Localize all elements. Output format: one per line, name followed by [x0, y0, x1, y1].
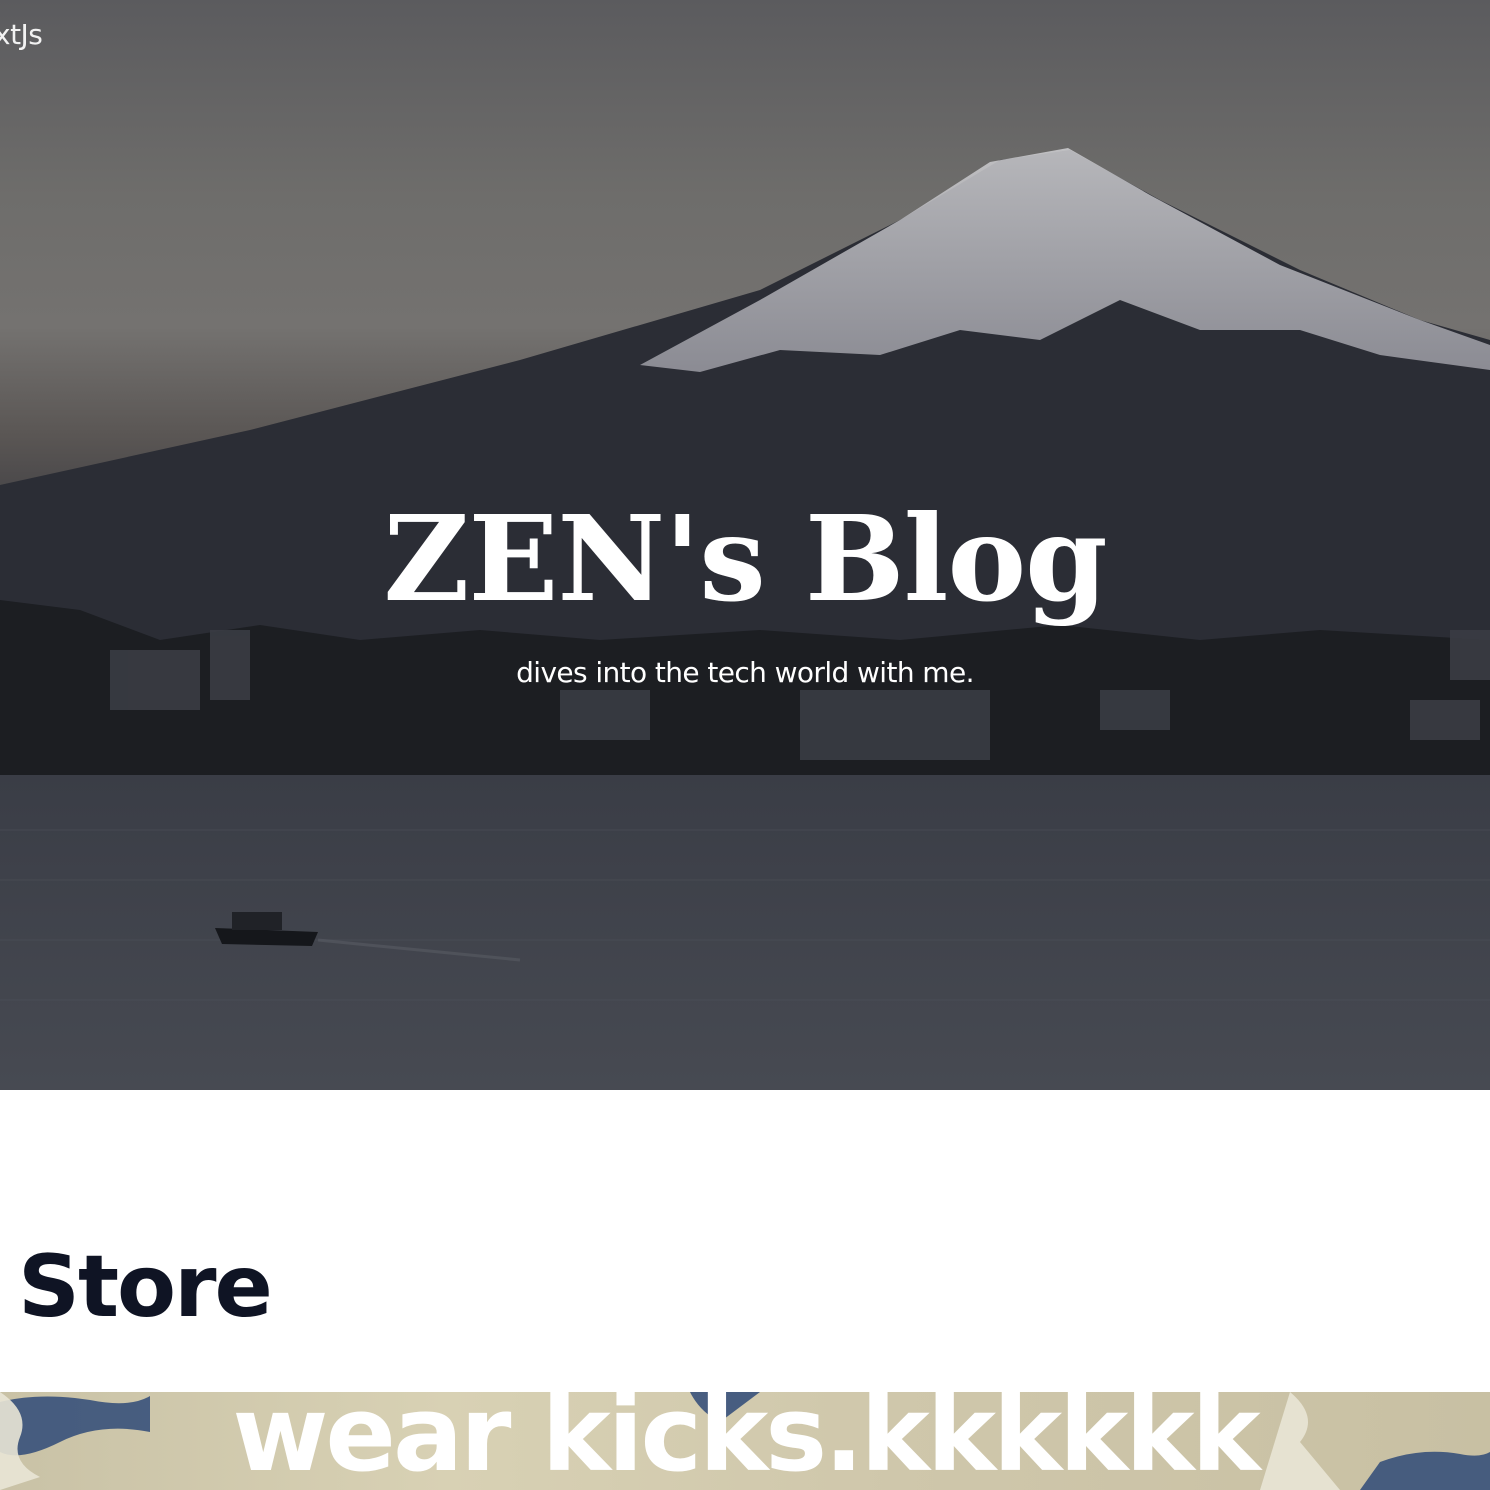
hero-title: ZEN's Blog [383, 489, 1107, 628]
hero-section: xtJs ZEN's Blog dives into the tech worl… [0, 0, 1490, 1090]
store-heading: Store [18, 1237, 273, 1337]
nav-brand-logo[interactable]: xtJs [0, 18, 43, 51]
banner-text: wear kicks.kkkkkk [232, 1392, 1260, 1490]
store-banner[interactable]: wear kicks.kkkkkk [0, 1392, 1490, 1490]
hero-subtitle: dives into the tech world with me. [516, 656, 974, 689]
